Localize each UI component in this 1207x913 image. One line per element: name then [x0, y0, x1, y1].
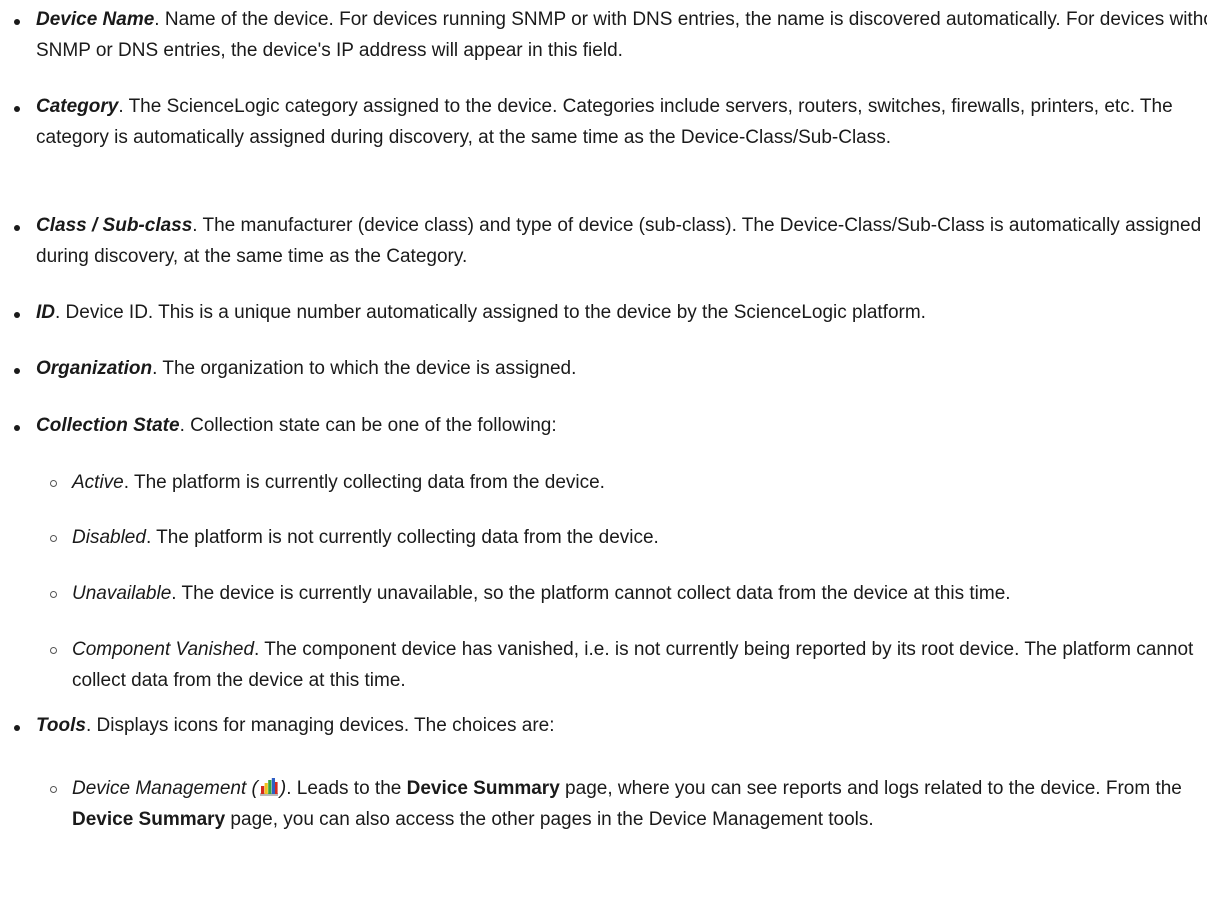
desc-category: . The ScienceLogic category assigned to …	[36, 96, 1173, 148]
device-management-bar-chart-icon[interactable]	[259, 776, 279, 796]
state-term-component-vanished: Component Vanished	[72, 639, 255, 660]
desc-class-subclass: . The manufacturer (device class) and ty…	[36, 215, 1202, 267]
list-item-tools: Tools. Displays icons for managing devic…	[0, 710, 1207, 741]
list-item-device-name: Device Name. Name of the device. For dev…	[0, 4, 1207, 66]
list-item-category: Category. The ScienceLogic category assi…	[0, 91, 1207, 153]
term-tools: Tools	[36, 715, 86, 736]
tool-item-device-management: Device Management ( ). Leads to the Devi…	[36, 773, 1207, 835]
state-desc-active: . The platform is currently collecting d…	[123, 472, 605, 493]
desc-device-name: . Name of the device. For devices runnin…	[36, 9, 1207, 61]
term-collection-state: Collection State	[36, 415, 180, 436]
tool-term-device-management: Device Management (	[72, 778, 258, 799]
term-id: ID	[36, 302, 55, 323]
state-term-unavailable: Unavailable	[72, 583, 172, 604]
desc-organization: . The organization to which the device i…	[152, 358, 577, 379]
tool-desc-3: page, you can also access the other page…	[225, 809, 874, 830]
state-term-disabled: Disabled	[72, 527, 146, 548]
term-device-name: Device Name	[36, 9, 155, 30]
desc-id: . Device ID. This is a unique number aut…	[55, 302, 926, 323]
state-item-unavailable: Unavailable. The device is currently una…	[36, 578, 1207, 609]
device-summary-ref-2: Device Summary	[72, 809, 226, 830]
tool-desc-2: page, where you can see reports and logs…	[559, 778, 1182, 799]
tool-desc-1: . Leads to the	[286, 778, 407, 799]
state-item-component-vanished: Component Vanished. The component device…	[36, 634, 1207, 696]
state-item-disabled: Disabled. The platform is not currently …	[36, 522, 1207, 553]
list-item-class-subclass: Class / Sub-class. The manufacturer (dev…	[0, 210, 1207, 272]
desc-collection-state: . Collection state can be one of the fol…	[179, 415, 557, 436]
term-category: Category	[36, 96, 119, 117]
list-item-collection-state: Collection State. Collection state can b…	[0, 410, 1207, 441]
state-term-active: Active	[72, 472, 124, 493]
term-organization: Organization	[36, 358, 153, 379]
device-summary-ref-1: Device Summary	[406, 778, 560, 799]
list-item-organization: Organization. The organization to which …	[0, 353, 1207, 384]
state-item-active: Active. The platform is currently collec…	[36, 467, 1207, 498]
term-class-subclass: Class / Sub-class	[36, 215, 193, 236]
list-item-id: ID. Device ID. This is a unique number a…	[0, 297, 1207, 328]
state-desc-disabled: . The platform is not currently collecti…	[145, 527, 659, 548]
state-desc-unavailable: . The device is currently unavailable, s…	[171, 583, 1011, 604]
desc-tools: . Displays icons for managing devices. T…	[85, 715, 555, 736]
